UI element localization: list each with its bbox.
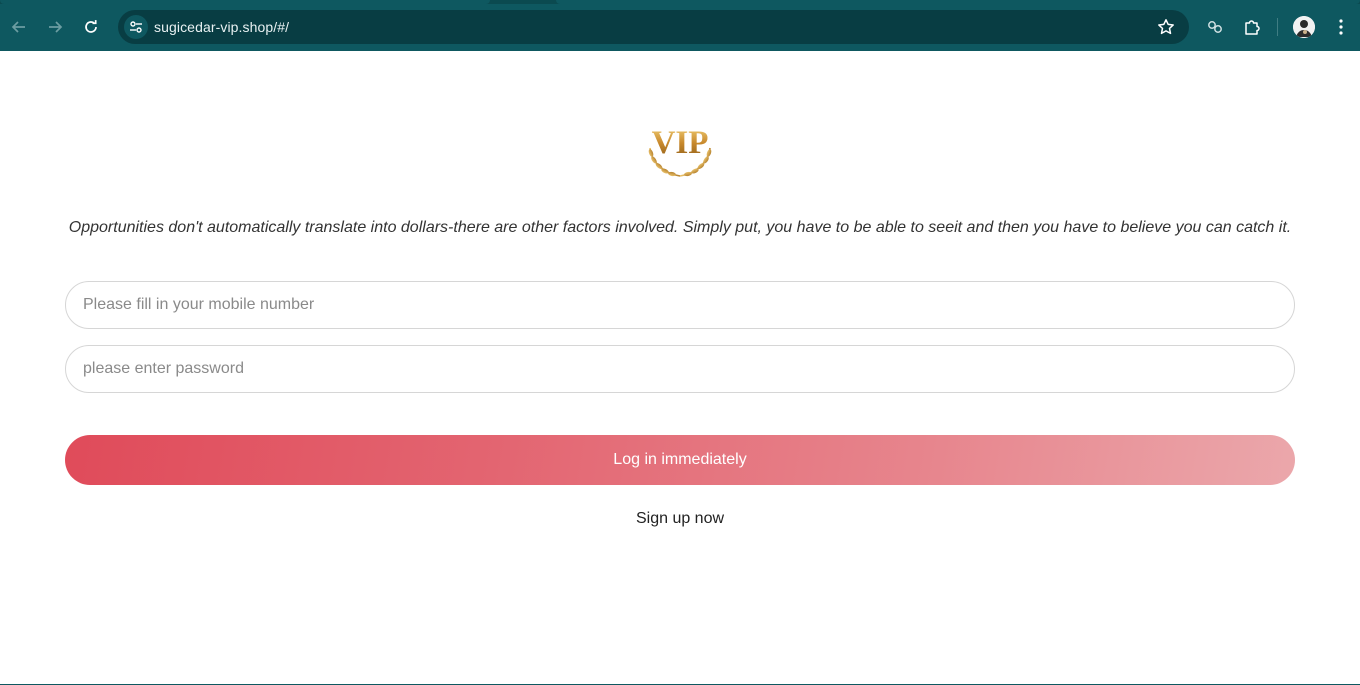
site-settings-icon[interactable] (124, 15, 148, 39)
vip-logo-text: VIP (652, 125, 709, 161)
browser-toolbar: sugicedar-vip.shop/#/ (0, 0, 1360, 51)
link-extension-icon[interactable] (1203, 15, 1227, 39)
password-input[interactable] (66, 346, 1294, 392)
motivational-quote: Opportunities don't automatically transl… (68, 219, 1292, 236)
tab-strip (0, 0, 1360, 4)
vip-logo: VIP (640, 120, 720, 180)
login-page: VIP Opportunities don't automatically tr… (0, 51, 1360, 685)
toolbar-separator (1277, 18, 1278, 36)
extensions-puzzle-icon[interactable] (1240, 15, 1264, 39)
tab-edge[interactable] (556, 0, 1360, 4)
url-text[interactable]: sugicedar-vip.shop/#/ (154, 19, 289, 35)
back-arrow-icon[interactable] (6, 14, 32, 40)
profile-avatar[interactable] (1293, 16, 1315, 38)
forward-arrow-icon[interactable] (42, 14, 68, 40)
bookmark-star-icon[interactable] (1157, 18, 1175, 36)
password-field[interactable] (65, 345, 1295, 393)
mobile-number-input[interactable] (66, 282, 1294, 328)
login-button[interactable]: Log in immediately (65, 435, 1295, 485)
kebab-menu-icon[interactable] (1329, 15, 1353, 39)
address-bar[interactable]: sugicedar-vip.shop/#/ (118, 10, 1189, 44)
active-tab-edge[interactable] (0, 0, 490, 4)
reload-icon[interactable] (78, 14, 104, 40)
mobile-number-field[interactable] (65, 281, 1295, 329)
sign-up-link[interactable]: Sign up now (0, 510, 1360, 528)
